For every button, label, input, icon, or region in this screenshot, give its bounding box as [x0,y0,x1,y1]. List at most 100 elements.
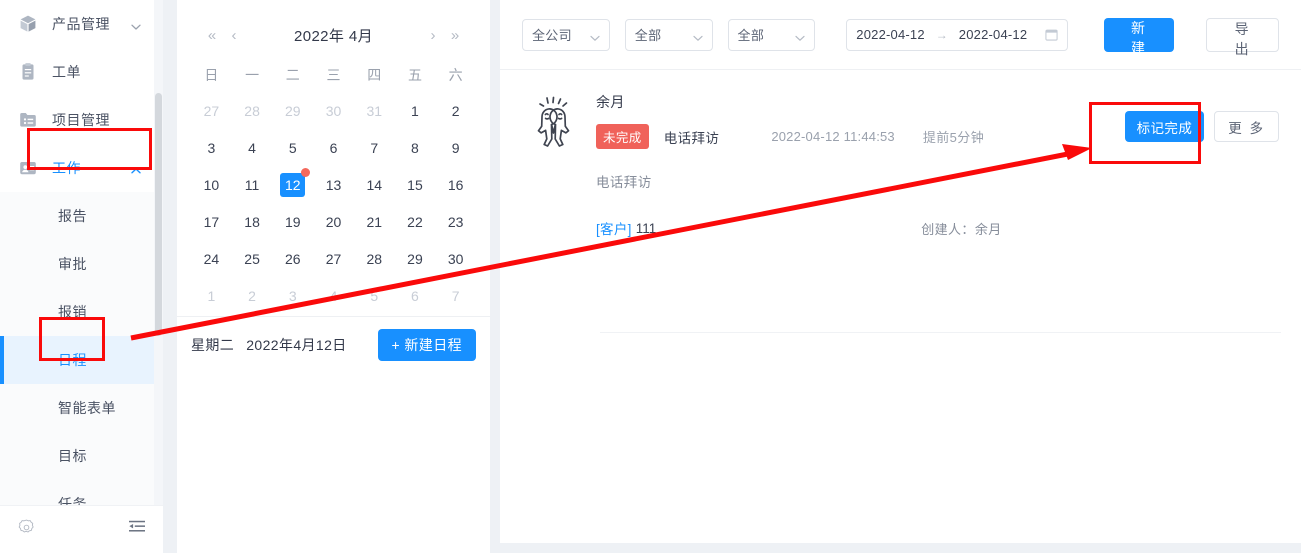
calendar-day[interactable]: 27 [313,240,354,277]
sidebar-subitem-goal[interactable]: 目标 [0,432,163,480]
sidebar-item-work-order[interactable]: 工单 [0,48,163,96]
calendar-day-number: 20 [325,213,342,230]
mark-done-button[interactable]: 标记完成 [1124,111,1205,142]
calendar-day-number: 2 [248,287,256,304]
sidebar-subitem-reimbursement[interactable]: 报销 [0,288,163,336]
calendar-day[interactable]: 28 [232,92,273,129]
calendar-day[interactable]: 30 [313,92,354,129]
weekday-label: 五 [407,67,422,83]
calendar-day[interactable]: 8 [395,129,436,166]
calendar-header: « ‹ 2022年 4月 › » [177,18,490,52]
new-schedule-button[interactable]: + 新建日程 [377,329,476,361]
calendar-day[interactable]: 23 [435,203,476,240]
calendar-day[interactable]: 6 [313,129,354,166]
calendar-week-row: 24 25 26 27 28 29 30 [191,240,476,277]
sidebar-item-work[interactable]: 工作 [0,144,163,192]
calendar-day[interactable]: 24 [191,240,232,277]
calendar-day-number: 23 [447,213,464,230]
calendar-day[interactable]: 29 [272,92,313,129]
calendar-day[interactable]: 9 [435,129,476,166]
calendar-day[interactable]: 1 [191,277,232,314]
folder-list-icon [18,110,38,130]
calendar-day[interactable]: 17 [191,203,232,240]
schedule-tag-row: [客户] 111 创建人：余月 [596,218,1279,238]
sidebar-subitem-task[interactable]: 任务 [0,480,163,505]
calendar-prev-month-button[interactable]: ‹ [223,27,245,44]
sidebar-subitem-smart-form[interactable]: 智能表单 [0,384,163,432]
calendar-day[interactable]: 13 [313,166,354,203]
schedule-card-body: 余月 未完成 电话拜访 2022-04-12 11:44:53 提前5分钟 电话… [584,92,1279,238]
sidebar-item-project-management[interactable]: 项目管理 [0,96,163,144]
more-button[interactable]: 更 多 [1214,111,1279,142]
calendar-day[interactable]: 16 [435,166,476,203]
calendar-day[interactable]: 6 [395,277,436,314]
sidebar-subitem-label: 任务 [58,496,87,505]
calendar-day[interactable]: 14 [354,166,395,203]
weekday-label: 日 [204,67,219,83]
calendar-day-number: 30 [325,102,342,119]
calendar-day[interactable]: 4 [313,277,354,314]
calendar-week-row: 3 4 5 6 7 8 9 [191,129,476,166]
sidebar-item-product-management[interactable]: 产品管理 [0,0,163,48]
calendar-day[interactable]: 7 [354,129,395,166]
calendar-day[interactable]: 30 [435,240,476,277]
sidebar-scrollbar-thumb[interactable] [155,93,162,336]
date-range-end: 2022-04-12 [958,27,1028,42]
calendar-day[interactable]: 2 [232,277,273,314]
calendar-day[interactable]: 29 [395,240,436,277]
calendar-day[interactable]: 3 [191,129,232,166]
filter-one-select[interactable]: 全部 [624,18,713,51]
customer-tag-link[interactable]: [客户] [596,218,632,238]
calendar-day[interactable]: 20 [313,203,354,240]
gear-icon[interactable] [17,518,36,542]
calendar-day[interactable]: 1 [395,92,436,129]
sidebar-subitem-report[interactable]: 报告 [0,192,163,240]
calendar-day-number: 7 [370,139,379,156]
calendar-next-month-button[interactable]: › [422,27,444,44]
calendar-day-number: 22 [407,213,423,230]
calendar-day[interactable]: 26 [272,240,313,277]
calendar-next-year-button[interactable]: » [444,27,466,44]
menu-collapse-icon[interactable] [128,519,146,540]
sidebar-subitem-schedule[interactable]: 日程 [0,336,163,384]
calendar-day-number: 28 [244,102,260,119]
calendar-day-number: 1 [207,287,216,304]
calendar-day[interactable]: 5 [354,277,395,314]
calendar-day[interactable]: 27 [191,92,232,129]
filter-two-value: 全部 [737,28,765,43]
new-button[interactable]: 新 建 [1103,17,1175,56]
calendar-day[interactable]: 31 [354,92,395,129]
calendar-day-number: 3 [288,287,297,304]
sidebar-subitem-approval[interactable]: 审批 [0,240,163,288]
scope-select[interactable]: 全公司 [522,18,610,51]
calendar-day-number: 10 [203,176,220,193]
calendar-day-selected[interactable]: 12 [272,166,313,203]
calendar-day[interactable]: 18 [232,203,273,240]
calendar-panel: « ‹ 2022年 4月 › » 日 一 二 三 四 五 六 27 28 29 30 3… [177,0,490,553]
calendar-day[interactable]: 2 [435,92,476,129]
calendar-day[interactable]: 3 [272,277,313,314]
customer-tag-value: 111 [635,220,657,236]
calendar-day[interactable]: 4 [232,129,273,166]
calendar-day-number: 14 [366,176,383,193]
date-range-picker[interactable]: 2022-04-12 → 2022-04-12 [846,18,1068,51]
calendar-day[interactable]: 7 [435,277,476,314]
calendar-day-number: 31 [366,102,383,119]
calendar-day-number: 17 [203,213,220,230]
calendar-day[interactable]: 22 [395,203,436,240]
calendar-prev-year-button[interactable]: « [201,27,223,44]
calendar-footer: 星期二 2022年4月12日 + 新建日程 [177,317,490,373]
calendar-day[interactable]: 15 [395,166,436,203]
calendar-day[interactable]: 19 [272,203,313,240]
calendar-day[interactable]: 5 [272,129,313,166]
calendar-day[interactable]: 11 [232,166,273,203]
sidebar-subitem-label: 日程 [58,352,87,368]
selected-weekday: 星期二 [191,337,235,353]
calendar-day[interactable]: 28 [354,240,395,277]
calendar-day[interactable]: 10 [191,166,232,203]
calendar-day[interactable]: 25 [232,240,273,277]
filter-two-select[interactable]: 全部 [727,18,816,51]
event-dot-indicator [301,167,311,177]
calendar-day[interactable]: 21 [354,203,395,240]
export-button[interactable]: 导 出 [1206,17,1279,57]
